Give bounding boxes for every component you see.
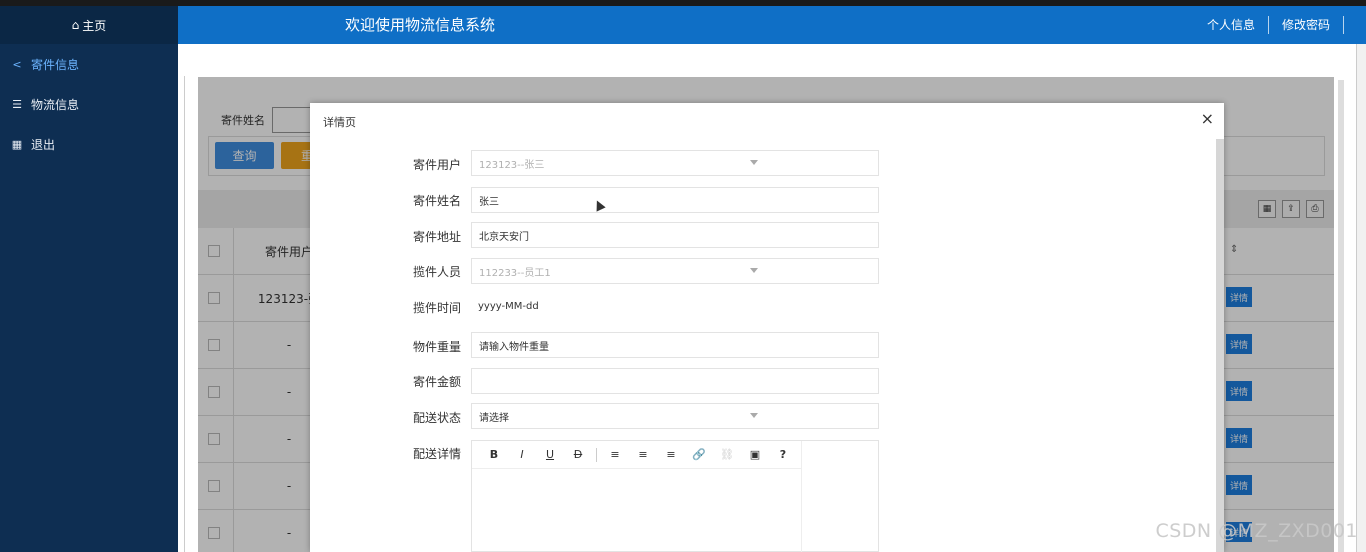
unlink-icon[interactable]: ⛓	[713, 448, 741, 461]
pickup-staff-value: 112233--员工1	[479, 267, 551, 279]
chevron-down-icon	[750, 268, 758, 273]
share-icon: <	[12, 57, 22, 71]
detail-modal: 详情页 × 寄件用户 123123--张三 寄件姓名 张三 寄件地址 北京天安门…	[310, 103, 1224, 552]
content-scrollbar[interactable]	[1338, 80, 1344, 552]
pickup-time-label: 揽件时间	[412, 301, 461, 315]
editor-toolbar: B I U D ≡ ≡ ≡ 🔗 ⛓ ▣ ?	[472, 441, 802, 469]
sidebar: ⌂ 主页 < 寄件信息 ☰ 物流信息 ▦ 退出	[0, 6, 178, 552]
delivery-status-select[interactable]: 请选择	[471, 403, 879, 429]
link-icon[interactable]: 🔗	[685, 448, 713, 461]
header-bar: 欢迎使用物流信息系统 个人信息 修改密码	[178, 6, 1366, 44]
help-icon[interactable]: ?	[769, 448, 797, 461]
modal-scrollbar[interactable]	[1216, 139, 1224, 552]
item-weight-placeholder: 请输入物件重量	[479, 341, 549, 353]
page-scrollbar[interactable]	[1356, 44, 1366, 552]
sidebar-item-label: 寄件信息	[31, 57, 80, 72]
sidebar-item-label: 退出	[31, 137, 56, 152]
sidebar-home-label: 主页	[82, 18, 107, 33]
rich-text-editor: B I U D ≡ ≡ ≡ 🔗 ⛓ ▣ ?	[471, 440, 879, 552]
editor-content-area[interactable]	[472, 469, 802, 552]
sender-name-label: 寄件姓名	[412, 194, 461, 208]
delivery-status-label: 配送状态	[412, 411, 461, 425]
sender-user-select[interactable]: 123123--张三	[471, 150, 879, 176]
shipping-amount-label: 寄件金额	[412, 375, 461, 389]
chevron-down-icon	[750, 160, 758, 165]
modal-title: 详情页	[323, 116, 356, 129]
grid-icon: ▦	[11, 137, 23, 151]
delivery-details-label: 配送详情	[412, 447, 461, 461]
sidebar-item-logout[interactable]: ▦ 退出	[0, 124, 178, 164]
underline-icon[interactable]: U	[536, 448, 564, 461]
shipping-amount-input[interactable]	[471, 368, 879, 394]
sidebar-item-label: 物流信息	[31, 97, 80, 112]
sidebar-item-shipping-info[interactable]: < 寄件信息	[0, 44, 178, 84]
pickup-time-value: yyyy-MM-dd	[478, 300, 539, 312]
sender-user-value: 123123--张三	[479, 159, 545, 171]
align-center-icon[interactable]: ≡	[629, 448, 657, 461]
list-icon: ☰	[12, 97, 22, 111]
sender-address-label: 寄件地址	[412, 230, 461, 244]
page-title: 欢迎使用物流信息系统	[345, 16, 496, 34]
change-password-link[interactable]: 修改密码	[1269, 16, 1344, 34]
bold-icon[interactable]: B	[480, 448, 508, 461]
strikethrough-icon[interactable]: D	[564, 448, 592, 461]
home-icon: ⌂	[71, 18, 80, 32]
image-icon[interactable]: ▣	[741, 448, 769, 461]
sender-address-input[interactable]: 北京天安门	[471, 222, 879, 248]
sidebar-home[interactable]: ⌂ 主页	[0, 6, 178, 44]
close-icon[interactable]: ×	[1201, 109, 1214, 128]
sidebar-item-logistics-info[interactable]: ☰ 物流信息	[0, 84, 178, 124]
pickup-staff-select[interactable]: 112233--员工1	[471, 258, 879, 284]
chevron-down-icon	[750, 413, 758, 418]
watermark: CSDN @MZ_ZXD001	[1155, 520, 1358, 542]
profile-link[interactable]: 个人信息	[1194, 16, 1269, 34]
align-right-icon[interactable]: ≡	[657, 448, 685, 461]
sender-name-input[interactable]: 张三	[471, 187, 879, 213]
pickup-staff-label: 揽件人员	[412, 265, 461, 279]
sender-user-label: 寄件用户	[412, 158, 461, 172]
sender-name-value: 张三	[479, 196, 499, 208]
header-links: 个人信息 修改密码	[1194, 6, 1344, 44]
align-left-icon[interactable]: ≡	[601, 448, 629, 461]
item-weight-label: 物件重量	[412, 340, 461, 354]
italic-icon[interactable]: I	[508, 448, 536, 461]
pickup-time-input[interactable]: yyyy-MM-dd	[471, 293, 879, 319]
sender-address-value: 北京天安门	[479, 231, 529, 243]
delivery-status-value: 请选择	[479, 412, 509, 424]
item-weight-input[interactable]: 请输入物件重量	[471, 332, 879, 358]
